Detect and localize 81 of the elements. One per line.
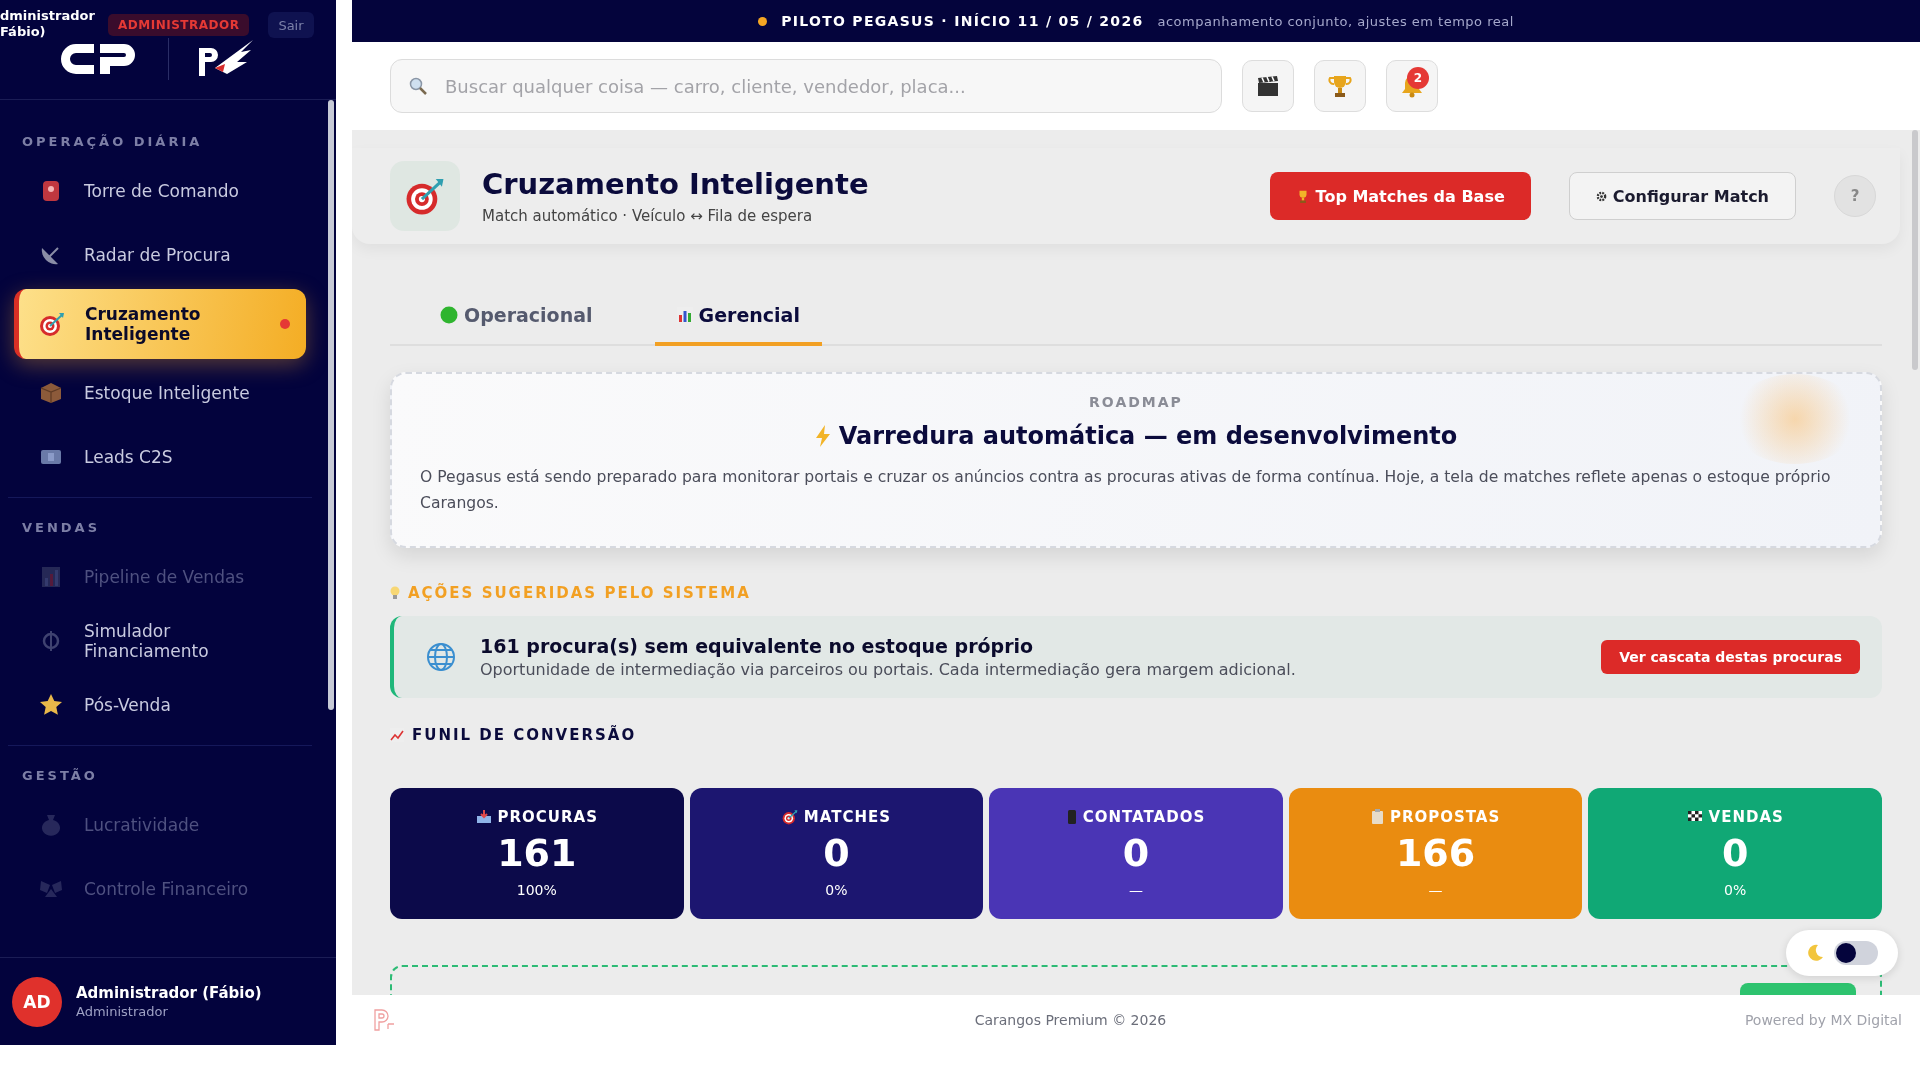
avatar: AD (12, 976, 62, 1027)
inbox-icon (475, 810, 492, 824)
tab[interactable]: Gerencial (654, 288, 822, 346)
credit: Powered by MX Digital (1744, 1012, 1902, 1028)
target-icon (781, 809, 798, 825)
nav-item[interactable]: Torre de Comando (16, 159, 306, 223)
moon-icon (1806, 944, 1824, 962)
status-circle-icon (440, 306, 458, 324)
suggestion-title: 161 procura(s) sem equivalente no estoque próprio (480, 635, 1035, 657)
nav-item[interactable]: Simulador Financiamento (16, 609, 306, 673)
tab[interactable]: Operacional (418, 288, 615, 346)
user-name: dministrador Fábio) (0, 8, 96, 40)
status-dot-icon (758, 16, 768, 26)
stage-label: MATCHES (803, 808, 891, 826)
search-icon (409, 77, 427, 95)
money-bag-icon (41, 813, 61, 837)
banner-title: PILOTO PEGASUS · INÍCIO 11 / 05 / 2026 (781, 13, 1144, 29)
search-field[interactable]: Buscar qualquer coisa — carro, cliente, vendedor, placa... (390, 59, 1222, 113)
light-bulb-icon (390, 586, 400, 600)
line-chart-icon (390, 728, 404, 742)
stage-value: 0 (823, 830, 850, 876)
clipboard-icon (1370, 809, 1384, 825)
section-title: OPERAÇÃO DIÁRIA (21, 133, 204, 151)
card-icon (40, 448, 62, 466)
nav-item[interactable]: Estoque Inteligente (16, 361, 306, 425)
top-matches-button[interactable]: Top Matches da Base (1269, 172, 1531, 220)
stage-value: 0 (1721, 830, 1749, 876)
stage-value: 161 (497, 830, 577, 876)
suggestion-text: Oportunidade de intermediação via parceiros ou portais. Cada intermediação gera margem adicional. (480, 660, 1297, 679)
stage-label: VENDAS (1708, 808, 1784, 826)
page-subtitle: Match automático · Veículo ↔ Fila de espera (482, 207, 814, 225)
logout-button[interactable]: Sair (268, 12, 314, 38)
configure-button[interactable]: Configurar Match (1568, 172, 1796, 220)
nav-item[interactable]: Leads C2S (16, 425, 306, 489)
page-title: Cruzamento Inteligente (482, 167, 869, 201)
banner-subtitle: acompanhamento conjunto, ajustes em tempo real (1157, 13, 1514, 29)
nav-item[interactable]: Cruzamento Inteligente (14, 289, 306, 359)
role-badge: ADMINISTRADOR (108, 14, 250, 36)
stage-share: — (1428, 882, 1443, 898)
stage-share: 0% (825, 882, 848, 898)
gear-icon (1595, 190, 1607, 202)
box-icon (40, 382, 62, 404)
clapperboard-icon (1256, 75, 1280, 97)
section-title: GESTÃO (21, 767, 99, 785)
clapperboard-button[interactable] (1242, 60, 1294, 112)
stage-label: CONTATADOS (1082, 808, 1206, 826)
cascade-button[interactable]: Ver cascata destas procuras (1601, 640, 1860, 674)
theme-toggle[interactable] (1786, 930, 1898, 976)
section-title: VENDAS (21, 519, 102, 537)
stage-share: — (1129, 882, 1143, 898)
trophy-icon (1328, 74, 1352, 98)
notification-count: 2 (1407, 67, 1429, 89)
roadmap-eyebrow: ROADMAP (1088, 394, 1184, 410)
nav-item[interactable]: Radar de Procura (16, 223, 306, 287)
stage-share: 100% (516, 882, 557, 898)
nav-item[interactable]: Pós-Venda (16, 673, 306, 737)
section-heading: FUNIL DE CONVERSÃO (390, 726, 1882, 744)
bar-chart-icon (41, 566, 61, 588)
stage-label: PROPOSTAS (1389, 808, 1501, 826)
small-logo-icon (372, 1008, 396, 1032)
stage-value: 0 (1122, 830, 1150, 876)
star-icon (39, 693, 63, 717)
roadmap-title: Varredura automática — em desenvolvimento (420, 422, 1852, 450)
roadmap-text: O Pegasus está sendo preparado para monitorar portais e cruzar os anúncios contra as procuras ativas de forma contínua. Hoje, a tela de matches reflete apenas o estoque próprio Carangos. (420, 467, 1832, 514)
checkered-flag-icon (1686, 810, 1703, 824)
copyright: Carangos Premium © 2026 (973, 1012, 1168, 1028)
siren-icon (41, 179, 61, 203)
target-icon (39, 311, 65, 337)
notification-button[interactable]: 2 (1386, 60, 1438, 112)
search-input[interactable]: Buscar qualquer coisa — carro, cliente, vendedor, placa... (443, 74, 1203, 98)
section-heading: AÇÕES SUGERIDAS PELO SISTEMA (390, 584, 1882, 602)
trophy-button[interactable] (1314, 60, 1366, 112)
phone-icon (1066, 809, 1077, 825)
lightning-icon (814, 425, 831, 447)
stage-value: 166 (1395, 830, 1476, 876)
account-role: Administrador (76, 1004, 169, 1019)
stage-label: PROCURAS (497, 808, 598, 826)
account-name: Administrador (Fábio) (76, 984, 262, 1002)
stage-share: 0% (1724, 882, 1747, 898)
target-icon (405, 176, 445, 216)
globe-icon (426, 642, 456, 672)
